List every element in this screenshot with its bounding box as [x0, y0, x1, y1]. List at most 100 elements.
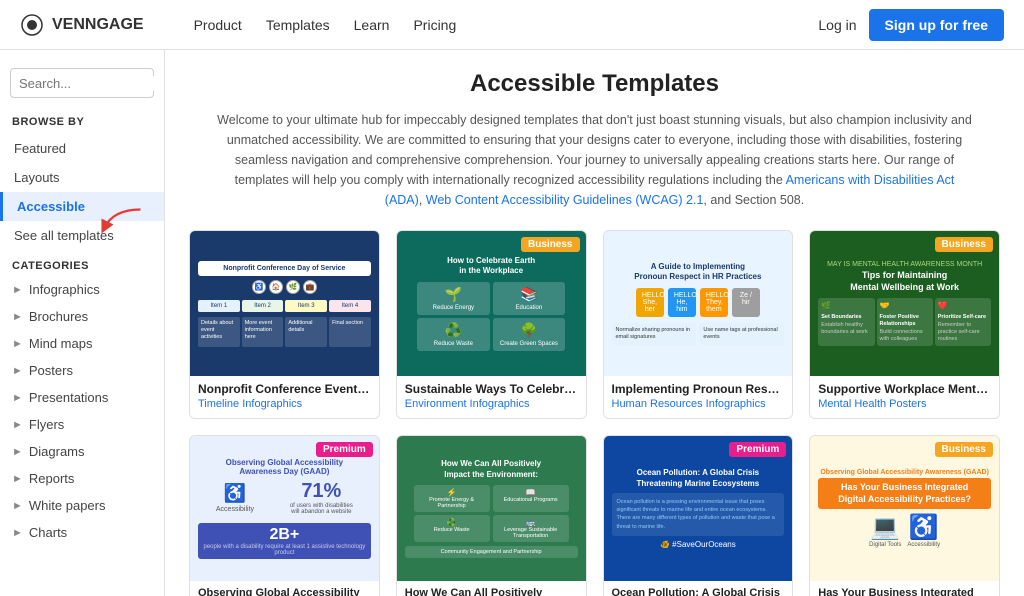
page-description: Welcome to your ultimate hub for impecca… — [215, 110, 975, 210]
template-card-2[interactable]: Business How to Celebrate Earthin the Wo… — [396, 230, 587, 419]
card-5-info: Observing Global Accessibility Awareness… — [190, 581, 379, 596]
card-7-title: Ocean Pollution: A Global Crisis Threate… — [612, 587, 785, 596]
sidebar-item-layouts-label: Layouts — [14, 170, 60, 185]
card-3-info: Implementing Pronoun Respect In HR ... H… — [604, 376, 793, 418]
cat-white-papers-label: White papers — [29, 498, 106, 513]
main-content: Accessible Templates Welcome to your ult… — [165, 50, 1024, 596]
top-navigation: VENNGAGE Product Templates Learn Pricing… — [0, 0, 1024, 50]
chevron-right-icon: ► — [12, 419, 23, 431]
card-3-title: Implementing Pronoun Respect In HR ... — [612, 382, 785, 396]
card-4-badge: Business — [935, 237, 993, 252]
cat-reports-label: Reports — [29, 471, 75, 486]
template-card-6[interactable]: How We Can All PositivelyImpact the Envi… — [396, 435, 587, 596]
cat-flyers[interactable]: ► Flyers — [0, 411, 164, 438]
browse-by-label: BROWSE BY — [0, 110, 164, 134]
card-5-title: Observing Global Accessibility Awareness… — [198, 587, 371, 596]
chevron-right-icon: ► — [12, 446, 23, 458]
card-2-subtitle: Environment Infographics — [405, 398, 578, 410]
cat-charts[interactable]: ► Charts — [0, 519, 164, 546]
card-1-info: Nonprofit Conference Events Timeline Tim… — [190, 376, 379, 418]
categories-label: CATEGORIES — [0, 250, 164, 276]
sidebar: 🔍 BROWSE BY Featured Layouts Accessible … — [0, 50, 165, 596]
nav-templates[interactable]: Templates — [266, 17, 330, 33]
card-1-image: Nonprofit Conference Day of Service ♿ 🏠 … — [190, 231, 379, 376]
sidebar-item-accessible[interactable]: Accessible — [0, 192, 164, 221]
card-6-image: How We Can All PositivelyImpact the Envi… — [397, 436, 586, 581]
cat-presentations[interactable]: ► Presentations — [0, 384, 164, 411]
card-7-badge: Premium — [729, 442, 786, 457]
cat-posters[interactable]: ► Posters — [0, 357, 164, 384]
logo-text: VENNGAGE — [52, 16, 144, 34]
template-card-4[interactable]: Business MAY IS MENTAL HEALTH AWARENESS … — [809, 230, 1000, 419]
nav-pricing[interactable]: Pricing — [413, 17, 456, 33]
chevron-right-icon: ► — [12, 527, 23, 539]
card-7-info: Ocean Pollution: A Global Crisis Threate… — [604, 581, 793, 596]
wcag-link[interactable]: Web Content Accessibility Guidelines (WC… — [426, 193, 704, 207]
cat-mind-maps[interactable]: ► Mind maps — [0, 330, 164, 357]
sidebar-item-layouts[interactable]: Layouts — [0, 163, 164, 192]
nav-links: Product Templates Learn Pricing — [194, 17, 789, 33]
logo-icon — [20, 13, 44, 37]
nav-actions: Log in Sign up for free — [818, 9, 1004, 41]
logo[interactable]: VENNGAGE — [20, 13, 144, 37]
card-4-title: Supportive Workplace Mental Health ... — [818, 382, 991, 396]
signup-button[interactable]: Sign up for free — [869, 9, 1004, 41]
login-button[interactable]: Log in — [818, 17, 856, 33]
cat-infographics[interactable]: ► Infographics — [0, 276, 164, 303]
chevron-right-icon: ► — [12, 500, 23, 512]
cat-mind-maps-label: Mind maps — [29, 336, 93, 351]
card-2-image: Business How to Celebrate Earthin the Wo… — [397, 231, 586, 376]
card-2-badge: Business — [521, 237, 579, 252]
sidebar-item-featured[interactable]: Featured — [0, 134, 164, 163]
search-input[interactable] — [19, 76, 165, 91]
card-5-image: Premium Observing Global AccessibilityAw… — [190, 436, 379, 581]
chevron-right-icon: ► — [12, 284, 23, 296]
cat-posters-label: Posters — [29, 363, 73, 378]
chevron-right-icon: ► — [12, 311, 23, 323]
card-8-info: Has Your Business Integrated Digital Acc… — [810, 581, 999, 596]
template-card-1[interactable]: Nonprofit Conference Day of Service ♿ 🏠 … — [189, 230, 380, 419]
cat-diagrams[interactable]: ► Diagrams — [0, 438, 164, 465]
card-7-image: Premium Ocean Pollution: A Global Crisis… — [604, 436, 793, 581]
template-card-8[interactable]: Business Observing Global Accessibility … — [809, 435, 1000, 596]
search-box[interactable]: 🔍 — [10, 68, 154, 98]
template-card-5[interactable]: Premium Observing Global AccessibilityAw… — [189, 435, 380, 596]
nav-product[interactable]: Product — [194, 17, 242, 33]
cat-white-papers[interactable]: ► White papers — [0, 492, 164, 519]
cat-flyers-label: Flyers — [29, 417, 64, 432]
sidebar-item-see-all-label: See all templates — [14, 228, 114, 243]
chevron-right-icon: ► — [12, 365, 23, 377]
nav-learn[interactable]: Learn — [354, 17, 390, 33]
card-8-title: Has Your Business Integrated Digital Acc… — [818, 587, 991, 596]
card-3-image: A Guide to ImplementingPronoun Respect i… — [604, 231, 793, 376]
chevron-right-icon: ► — [12, 392, 23, 404]
cat-diagrams-label: Diagrams — [29, 444, 85, 459]
card-3-subtitle: Human Resources Infographics — [612, 398, 785, 410]
card-4-subtitle: Mental Health Posters — [818, 398, 991, 410]
card-5-badge: Premium — [316, 442, 373, 457]
main-layout: 🔍 BROWSE BY Featured Layouts Accessible … — [0, 50, 1024, 596]
card-1-subtitle: Timeline Infographics — [198, 398, 371, 410]
card-8-badge: Business — [935, 442, 993, 457]
page-title: Accessible Templates — [189, 70, 1000, 98]
cat-charts-label: Charts — [29, 525, 67, 540]
card-2-info: Sustainable Ways To Celebrate Earth ... … — [397, 376, 586, 418]
cat-brochures[interactable]: ► Brochures — [0, 303, 164, 330]
sidebar-item-accessible-label: Accessible — [17, 199, 85, 214]
sidebar-item-featured-label: Featured — [14, 141, 66, 156]
template-card-7[interactable]: Premium Ocean Pollution: A Global Crisis… — [603, 435, 794, 596]
card-4-info: Supportive Workplace Mental Health ... M… — [810, 376, 999, 418]
sidebar-item-see-all[interactable]: See all templates — [0, 221, 164, 250]
template-card-3[interactable]: A Guide to ImplementingPronoun Respect i… — [603, 230, 794, 419]
card-1-title: Nonprofit Conference Events Timeline — [198, 382, 371, 396]
card-6-title: How We Can All Positively Impact the Env… — [405, 587, 578, 596]
cat-presentations-label: Presentations — [29, 390, 109, 405]
cat-infographics-label: Infographics — [29, 282, 100, 297]
chevron-right-icon: ► — [12, 473, 23, 485]
card-4-image: Business MAY IS MENTAL HEALTH AWARENESS … — [810, 231, 999, 376]
cat-brochures-label: Brochures — [29, 309, 88, 324]
cat-reports[interactable]: ► Reports — [0, 465, 164, 492]
chevron-right-icon: ► — [12, 338, 23, 350]
card-6-info: How We Can All Positively Impact the Env… — [397, 581, 586, 596]
card-8-image: Business Observing Global Accessibility … — [810, 436, 999, 581]
